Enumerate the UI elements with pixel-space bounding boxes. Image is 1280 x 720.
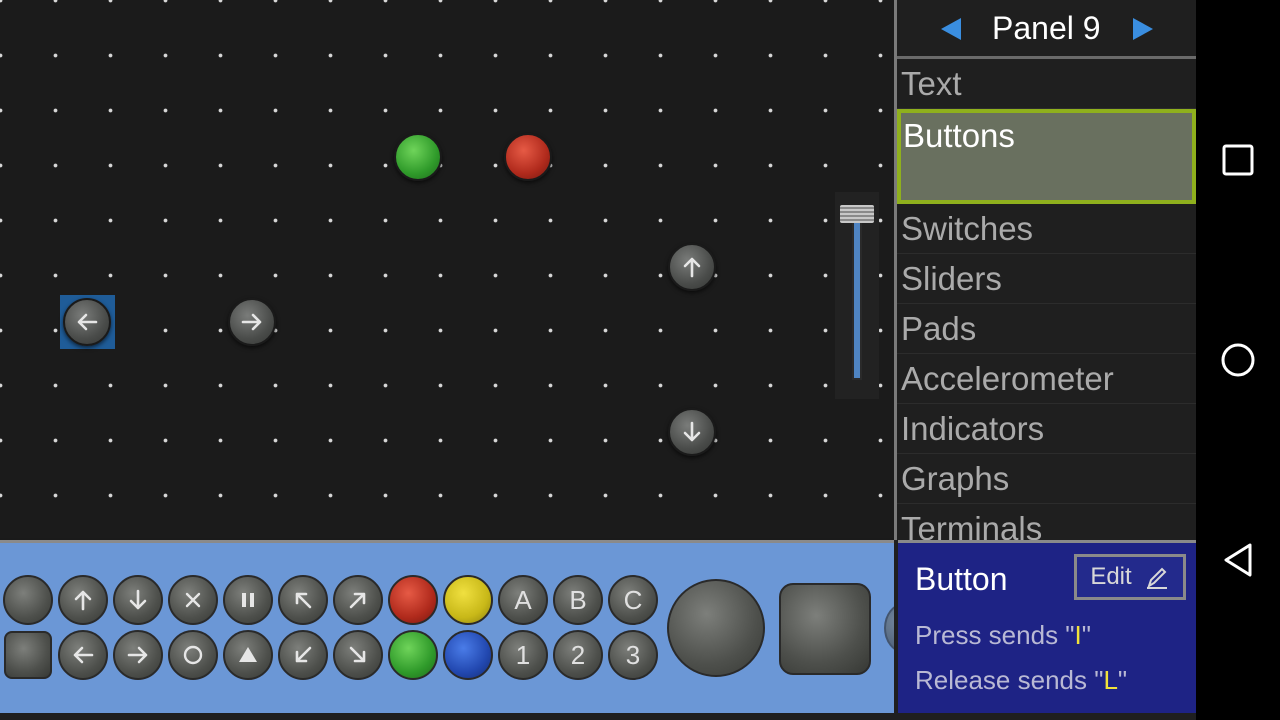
properties-panel: Button Edit Press sends "I" Release send… bbox=[898, 540, 1196, 713]
next-panel-icon[interactable] bbox=[1133, 18, 1153, 40]
arrow-right-icon bbox=[241, 313, 262, 331]
arrow-right-icon bbox=[127, 646, 148, 664]
category-item-accelerometer[interactable]: Accelerometer bbox=[897, 354, 1196, 404]
canvas-down-arrow-button[interactable] bbox=[668, 408, 716, 456]
arrow-left-icon bbox=[77, 313, 98, 331]
triangle-icon bbox=[239, 647, 257, 662]
cross-icon bbox=[185, 592, 201, 608]
palette-up-left-button[interactable] bbox=[278, 575, 328, 625]
canvas-green-button[interactable] bbox=[394, 133, 442, 181]
palette-b-button[interactable]: B bbox=[553, 575, 603, 625]
number-3-label: 3 bbox=[625, 639, 641, 670]
arrow-up-right-icon bbox=[349, 592, 366, 609]
palette-circle-button[interactable] bbox=[168, 630, 218, 680]
palette-up-button[interactable] bbox=[58, 575, 108, 625]
category-item-text[interactable]: Text bbox=[897, 59, 1196, 109]
palette-large-square-button[interactable] bbox=[779, 583, 871, 675]
palette-plain-round-button[interactable] bbox=[3, 575, 53, 625]
slider-thumb[interactable] bbox=[840, 205, 874, 223]
release-sends-line: Release sends "L" bbox=[915, 665, 1127, 696]
palette-pause-button[interactable] bbox=[223, 575, 273, 625]
number-1-label: 1 bbox=[515, 639, 531, 670]
palette-left-button[interactable] bbox=[58, 630, 108, 680]
category-item-switches[interactable]: Switches bbox=[897, 204, 1196, 254]
palette-a-button[interactable]: A bbox=[498, 575, 548, 625]
palette-green-button[interactable] bbox=[388, 630, 438, 680]
palette-large-round-button[interactable] bbox=[667, 579, 765, 677]
edit-button-label: Edit bbox=[1090, 563, 1132, 590]
palette-plain-square-button[interactable] bbox=[4, 631, 52, 679]
palette-red-button[interactable] bbox=[388, 575, 438, 625]
back-button[interactable] bbox=[1218, 540, 1258, 580]
arrow-left-icon bbox=[73, 646, 94, 664]
palette-cross-button[interactable] bbox=[168, 575, 218, 625]
palette-yellow-button[interactable] bbox=[443, 575, 493, 625]
category-item-graphs[interactable]: Graphs bbox=[897, 454, 1196, 504]
letter-c-label: C bbox=[623, 584, 643, 615]
category-item-buttons[interactable]: Buttons bbox=[897, 109, 1196, 204]
bottom-strip bbox=[0, 713, 1196, 720]
category-item-sliders[interactable]: Sliders bbox=[897, 254, 1196, 304]
circle-icon bbox=[1221, 343, 1255, 377]
press-sends-quote: " bbox=[1081, 620, 1091, 650]
canvas-red-button[interactable] bbox=[504, 133, 552, 181]
palette-3-button[interactable]: 3 bbox=[608, 630, 658, 680]
square-icon bbox=[1222, 144, 1254, 176]
edit-button[interactable]: Edit bbox=[1074, 554, 1186, 600]
palette-partial-button[interactable] bbox=[884, 603, 894, 653]
system-navigation-bar bbox=[1196, 0, 1280, 720]
slider-rail bbox=[852, 218, 862, 380]
recent-apps-button[interactable] bbox=[1218, 140, 1258, 180]
release-sends-value: L bbox=[1103, 665, 1118, 695]
release-sends-label: Release sends " bbox=[915, 665, 1104, 695]
category-list: Text Buttons Switches Sliders Pads Accel… bbox=[897, 59, 1196, 540]
letter-a-label: A bbox=[514, 584, 532, 615]
press-sends-line: Press sends "I" bbox=[915, 620, 1091, 651]
release-sends-quote: " bbox=[1117, 665, 1128, 695]
canvas-right-arrow-button[interactable] bbox=[228, 298, 276, 346]
palette-down-left-button[interactable] bbox=[278, 630, 328, 680]
category-item-terminals[interactable]: Terminals bbox=[897, 504, 1196, 540]
previous-panel-icon[interactable] bbox=[941, 18, 961, 40]
category-item-indicators[interactable]: Indicators bbox=[897, 404, 1196, 454]
letter-b-label: B bbox=[569, 584, 587, 615]
back-triangle-icon bbox=[1224, 543, 1252, 577]
arrow-up-icon bbox=[74, 590, 92, 611]
palette-c-button[interactable]: C bbox=[608, 575, 658, 625]
arrow-down-icon bbox=[129, 589, 147, 610]
arrow-up-left-icon bbox=[295, 592, 312, 609]
panel-header: Panel 9 bbox=[897, 0, 1196, 56]
arrow-down-icon bbox=[683, 421, 701, 442]
home-button[interactable] bbox=[1218, 340, 1258, 380]
canvas-up-arrow-button[interactable] bbox=[668, 243, 716, 291]
canvas-left-arrow-button[interactable] bbox=[63, 298, 111, 346]
palette-down-right-button[interactable] bbox=[333, 630, 383, 680]
design-canvas[interactable] bbox=[0, 0, 894, 538]
category-item-pads[interactable]: Pads bbox=[897, 304, 1196, 354]
palette-blue-button[interactable] bbox=[443, 630, 493, 680]
properties-title: Button bbox=[915, 561, 1008, 597]
arrow-down-right-icon bbox=[349, 646, 366, 663]
press-sends-value: I bbox=[1074, 620, 1082, 650]
number-2-label: 2 bbox=[570, 639, 586, 670]
circle-icon bbox=[183, 645, 203, 665]
pencil-icon bbox=[1146, 567, 1167, 589]
button-palette: A B C 1 2 3 bbox=[0, 540, 894, 713]
arrow-down-left-icon bbox=[295, 646, 312, 663]
press-sends-label: Press sends " bbox=[915, 620, 1075, 650]
panel-title: Panel 9 bbox=[992, 10, 1101, 46]
palette-triangle-button[interactable] bbox=[223, 630, 273, 680]
palette-1-button[interactable]: 1 bbox=[498, 630, 548, 680]
palette-right-button[interactable] bbox=[113, 630, 163, 680]
arrow-up-icon bbox=[683, 257, 701, 278]
palette-2-button[interactable]: 2 bbox=[553, 630, 603, 680]
palette-up-right-button[interactable] bbox=[333, 575, 383, 625]
pause-icon bbox=[242, 593, 254, 607]
palette-down-button[interactable] bbox=[113, 575, 163, 625]
component-sidebar: Panel 9 Text Buttons Switches Sliders Pa… bbox=[897, 0, 1196, 540]
